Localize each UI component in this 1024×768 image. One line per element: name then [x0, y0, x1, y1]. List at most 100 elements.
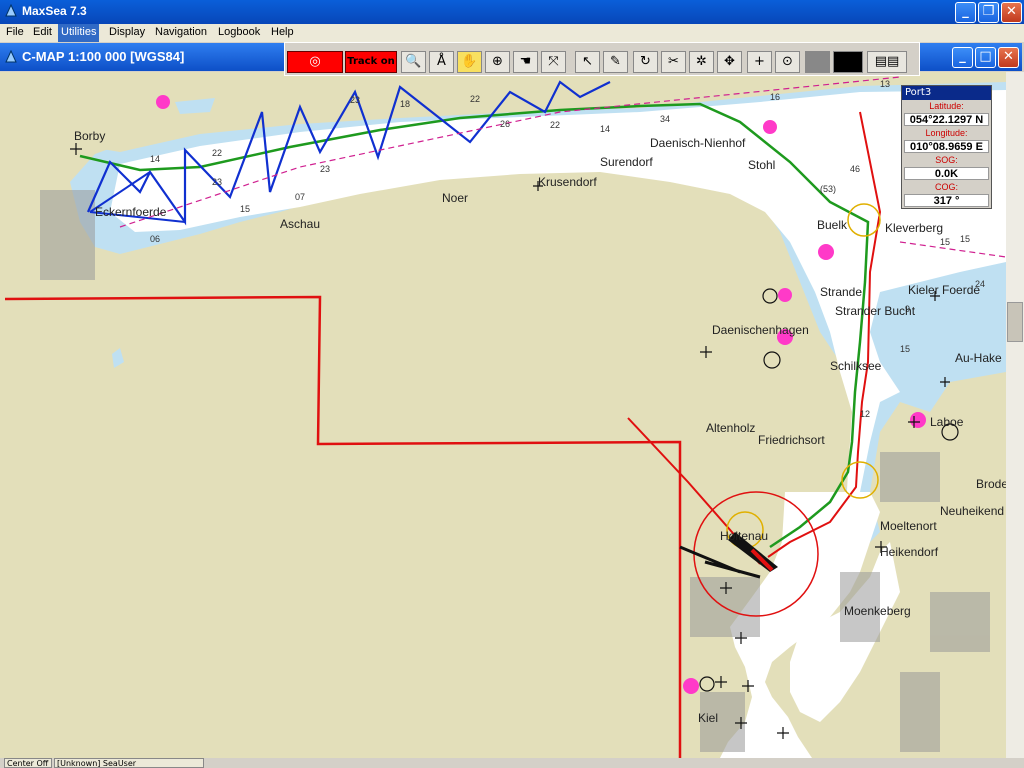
svg-text:14: 14 — [600, 124, 610, 134]
select-button[interactable]: ↖ — [575, 51, 600, 73]
menu-help[interactable]: Help — [268, 26, 297, 38]
svg-text:46: 46 — [850, 164, 860, 174]
chart-minimize-button[interactable]: _ — [952, 47, 973, 68]
chart-window-title: C-MAP 1:100 000 [WGS84] — [22, 49, 185, 64]
longitude-label: Longitude: — [925, 128, 968, 138]
gray-swatch[interactable] — [805, 51, 830, 73]
app-title: MaxSea 7.3 — [22, 4, 87, 18]
label-kiel: Kiel — [698, 711, 718, 725]
chart-close-button[interactable]: ✕ — [998, 47, 1019, 68]
hand-icon: ✋ — [461, 54, 478, 69]
route-button[interactable]: ⤧ — [541, 51, 566, 73]
latitude-label: Latitude: — [929, 101, 964, 111]
move-icon: ✥ — [724, 54, 735, 69]
label-neuheikendorf: Neuheikend — [940, 504, 1004, 518]
target-button[interactable]: ⊕ — [485, 51, 510, 73]
menu-file[interactable]: File — [3, 26, 27, 38]
label-laboe: Laboe — [930, 415, 964, 429]
svg-text:18: 18 — [400, 99, 410, 109]
label-altenholz: Altenholz — [706, 421, 755, 435]
label-daenisch-nienhof: Daenisch-Nienhof — [650, 136, 746, 150]
close-button[interactable]: ✕ — [1001, 2, 1022, 23]
move-button[interactable]: ✥ — [717, 51, 742, 73]
maximize-button[interactable]: ❐ — [978, 2, 999, 23]
spiral-icon: ↻ — [640, 54, 651, 69]
grab-button[interactable]: ☚ — [513, 51, 538, 73]
magnifier-icon: 🔍 — [405, 54, 422, 69]
svg-text:15: 15 — [960, 234, 970, 244]
label-strander-bucht: Strander Bucht — [835, 304, 916, 318]
label-holtenau: Holtenau — [720, 529, 768, 543]
svg-text:23: 23 — [320, 164, 330, 174]
sog-label: SOG: — [935, 155, 958, 165]
arrow-icon: ↖ — [582, 54, 593, 69]
label-moeltenort: Moeltenort — [880, 519, 937, 533]
scroll-thumb[interactable] — [1007, 302, 1023, 342]
nautical-chart[interactable]: 14 22 23 23 07 06 15 23 26 22 18 22 16 13 15 9 24 12 15 15(… — [0, 72, 1006, 758]
pencil-icon: ✎ — [610, 54, 621, 69]
svg-text:06: 06 — [150, 234, 160, 244]
menu-edit[interactable]: Edit — [30, 26, 55, 38]
red-boundary — [4, 295, 682, 758]
route-icon: ⤧ — [548, 54, 559, 69]
label-strande: Strande — [820, 285, 862, 299]
label-daenischenhagen: Daenischenhagen — [712, 323, 809, 337]
maxsea-app-icon — [5, 4, 17, 17]
label-kleverberg: Kleverberg — [885, 221, 943, 235]
center-button[interactable]: ⊙ — [775, 51, 800, 73]
menu-utilities[interactable]: Utilities — [58, 24, 100, 42]
pan-button[interactable]: ✋ — [457, 51, 482, 73]
menu-navigation[interactable]: Navigation — [152, 26, 210, 38]
nav-data-panel: Port3 Latitude: 054°22.1297 N Longitude:… — [901, 85, 992, 209]
label-moenkeberg: Moenkeberg — [844, 604, 911, 618]
svg-text:(53): (53) — [820, 184, 836, 194]
chart-toolbar: ◎ Track on 🔍 Å ✋ ⊕ ☚ ⤧ ↖ ✎ ↻ ✂ ✲ ✥ + ⊙ ▤… — [284, 42, 920, 76]
svg-text:15: 15 — [900, 344, 910, 354]
label-schilksee: Schilksee — [830, 359, 882, 373]
status-bar: Center Off [Unknown] SeaUser — [0, 758, 1024, 768]
svg-text:22: 22 — [212, 148, 222, 158]
svg-text:12: 12 — [860, 409, 870, 419]
record-button[interactable]: ◎ — [287, 51, 343, 73]
label-noer: Noer — [442, 191, 468, 205]
compass-icon: Å — [437, 54, 446, 69]
label-brodersdorf: Brode — [976, 477, 1006, 491]
layout-icon: ▤▤ — [874, 54, 900, 69]
black-swatch[interactable] — [833, 51, 863, 73]
label-heikendorf: Heikendorf — [880, 545, 939, 559]
menu-display[interactable]: Display — [106, 26, 148, 38]
sog-value: 0.0K — [904, 167, 989, 180]
svg-text:34: 34 — [660, 114, 670, 124]
cog-value: 317 ° — [904, 194, 989, 207]
menu-bar: File Edit Utilities Display Navigation L… — [0, 24, 1024, 42]
spiral-button[interactable]: ↻ — [633, 51, 658, 73]
hand-pan-icon: ☚ — [519, 54, 532, 69]
user-status: [Unknown] SeaUser — [54, 758, 204, 768]
menu-logbook[interactable]: Logbook — [215, 26, 263, 38]
svg-text:22: 22 — [470, 94, 480, 104]
draw-button[interactable]: ✎ — [603, 51, 628, 73]
latitude-value: 054°22.1297 N — [904, 113, 989, 126]
window-layout-button[interactable]: ▤▤ — [867, 51, 907, 73]
crosshair-button[interactable]: + — [747, 51, 772, 73]
label-friedrichsort: Friedrichsort — [758, 433, 825, 447]
center-off-status[interactable]: Center Off — [4, 758, 52, 768]
track-on-button[interactable]: Track on — [345, 51, 397, 73]
label-krusendorf: Krusendorf — [538, 175, 597, 189]
chart-maximize-button[interactable]: □ — [975, 47, 996, 68]
label-surendorf: Surendorf — [600, 155, 653, 169]
label-stohl: Stohl — [748, 158, 775, 172]
cut-button[interactable]: ✂ — [661, 51, 686, 73]
minimize-button[interactable]: _ — [955, 2, 976, 23]
longitude-value: 010°08.9659 E — [904, 140, 989, 153]
cog-label: COG: — [934, 182, 958, 192]
svg-text:15: 15 — [240, 204, 250, 214]
zoom-button[interactable]: 🔍 — [401, 51, 426, 73]
svg-text:26: 26 — [500, 119, 510, 129]
label-eckernfoerde: Eckernfoerde — [95, 205, 167, 219]
weather-icon: ✲ — [696, 54, 707, 69]
weather-button[interactable]: ✲ — [689, 51, 714, 73]
label-buelk: Buelk — [817, 218, 848, 232]
vertical-scrollbar[interactable] — [1006, 72, 1024, 758]
compass-button[interactable]: Å — [429, 51, 454, 73]
